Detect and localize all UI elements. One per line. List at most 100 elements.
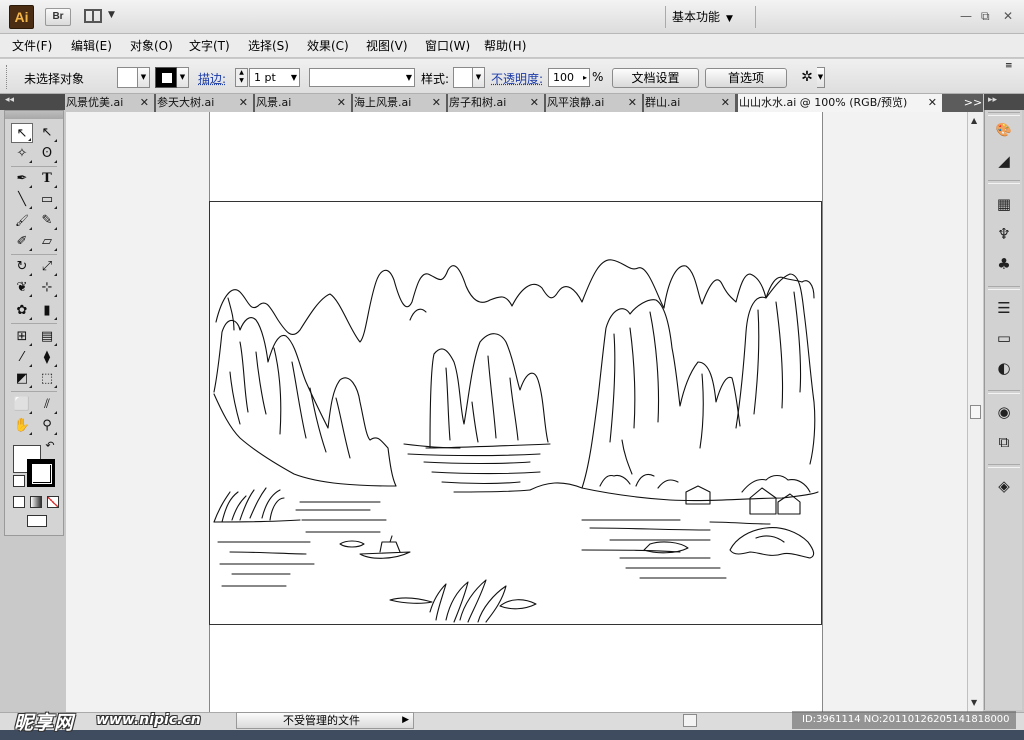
menu-help[interactable]: 帮助(H)	[484, 38, 526, 54]
menu-object[interactable]: 对象(O)	[130, 38, 173, 54]
blend-tool-icon[interactable]: ⧫	[36, 348, 58, 368]
toolbox-collapse-bar[interactable]: ◂◂	[0, 94, 65, 110]
vertical-scrollbar[interactable]: ▲ ▼	[967, 112, 983, 712]
illustrator-app-icon[interactable]: Ai	[9, 5, 34, 29]
scroll-down-icon[interactable]: ▼	[971, 698, 977, 707]
tabs-overflow-button[interactable]: >>	[963, 94, 983, 112]
swatches-icon[interactable]: ▦	[994, 194, 1014, 214]
variable-width-profile-select[interactable]: ▼	[309, 68, 415, 87]
preferences-button[interactable]: 首选项	[705, 68, 787, 88]
close-button[interactable]: ✕	[1003, 9, 1013, 23]
screen-mode-icon[interactable]	[27, 515, 47, 527]
stroke-weight-stepper[interactable]: ▲ ▼	[235, 68, 248, 87]
appearance-icon[interactable]: ◉	[994, 402, 1014, 422]
selection-tool-icon[interactable]: ↖	[11, 123, 33, 143]
none-mode-icon[interactable]	[47, 496, 59, 508]
workspace-switcher[interactable]: 基本功能 ▼	[672, 8, 752, 26]
close-icon[interactable]: ✕	[721, 94, 730, 112]
artboard[interactable]	[209, 201, 822, 625]
close-icon[interactable]: ✕	[140, 94, 149, 112]
menu-effect[interactable]: 效果(C)	[307, 38, 349, 54]
horizontal-scroll-thumb[interactable]	[683, 714, 697, 727]
eraser-tool-icon[interactable]: ▱	[36, 232, 58, 252]
close-icon[interactable]: ✕	[628, 94, 637, 112]
paintbrush-tool-icon[interactable]: 🖌	[11, 211, 33, 231]
control-bar-options-dropdown[interactable]: ▼	[817, 67, 825, 88]
hand-tool-icon[interactable]: ✋	[11, 416, 33, 436]
color-guide-icon[interactable]: ◢	[994, 151, 1014, 171]
live-paint-selection-tool-icon[interactable]: ⬚	[36, 369, 58, 389]
bridge-button[interactable]: Br	[45, 8, 71, 26]
swap-fill-stroke-icon[interactable]: ↶	[43, 439, 57, 453]
slice-tool-icon[interactable]: ⫽	[36, 395, 58, 415]
stroke-color-swatch[interactable]	[27, 459, 55, 487]
stroke-weight-select[interactable]: 1 pt ▼	[249, 68, 300, 87]
close-icon[interactable]: ✕	[239, 94, 248, 112]
pen-tool-icon[interactable]: ✒	[11, 169, 33, 189]
default-colors-icon[interactable]	[13, 475, 25, 487]
rectangle-tool-icon[interactable]: ▭	[36, 190, 58, 210]
restore-button[interactable]: ⧉	[981, 9, 990, 24]
stroke-dropdown[interactable]: ▼	[177, 67, 189, 88]
scale-tool-icon[interactable]: ⤢	[36, 257, 58, 277]
close-icon[interactable]: ✕	[530, 94, 539, 112]
lasso-tool-icon[interactable]: ʘ	[36, 144, 58, 164]
direct-selection-tool-icon[interactable]: ↖	[36, 123, 58, 143]
eyedropper-tool-icon[interactable]: ⁄	[11, 348, 33, 368]
pencil-tool-icon[interactable]: ✎	[36, 211, 58, 231]
stroke-swatch[interactable]	[155, 67, 177, 88]
close-icon[interactable]: ✕	[928, 94, 937, 112]
vertical-scroll-thumb[interactable]	[970, 405, 981, 419]
panel-menu-icon[interactable]: ≡	[1005, 61, 1013, 71]
tab-document[interactable]: 风平浪静.ai ✕	[546, 94, 643, 112]
menu-type[interactable]: 文字(T)	[189, 38, 230, 54]
tab-document[interactable]: 风景优美.ai ✕	[65, 94, 155, 112]
symbols-icon[interactable]: ♣	[994, 254, 1014, 274]
warp-tool-icon[interactable]: ❦	[11, 278, 33, 298]
tab-document[interactable]: 风景.ai ✕	[255, 94, 352, 112]
free-transform-tool-icon[interactable]: ⊹	[36, 278, 58, 298]
tab-active-document[interactable]: 山山水水.ai @ 100% (RGB/预览) ✕	[738, 94, 943, 112]
document-setup-button[interactable]: 文档设置	[612, 68, 699, 88]
blob-brush-tool-icon[interactable]: ✐	[11, 232, 33, 252]
tab-document[interactable]: 群山.ai ✕	[644, 94, 736, 112]
file-status-dropdown[interactable]: 不受管理的文件 ▶	[236, 712, 414, 729]
rotate-tool-icon[interactable]: ↻	[11, 257, 33, 277]
color-icon[interactable]: 🎨	[994, 121, 1014, 141]
scroll-up-icon[interactable]: ▲	[971, 116, 977, 125]
color-mode-icon[interactable]	[13, 496, 25, 508]
menu-window[interactable]: 窗口(W)	[425, 38, 470, 54]
transparency-icon[interactable]: ◐	[994, 358, 1014, 378]
brushes-icon[interactable]: ♆	[994, 224, 1014, 244]
arrange-documents-button[interactable]: ▼	[84, 9, 118, 25]
menu-select[interactable]: 选择(S)	[248, 38, 289, 54]
fill-dropdown[interactable]: ▼	[138, 67, 150, 88]
opacity-input[interactable]: 100 ▸	[548, 68, 590, 87]
menu-view[interactable]: 视图(V)	[366, 38, 408, 54]
live-paint-bucket-tool-icon[interactable]: ◩	[11, 369, 33, 389]
close-icon[interactable]: ✕	[337, 94, 346, 112]
opacity-panel-link[interactable]: 不透明度:	[491, 70, 543, 87]
tab-document[interactable]: 海上风景.ai ✕	[353, 94, 447, 112]
magic-wand-tool-icon[interactable]: ✧	[11, 144, 33, 164]
stroke-icon[interactable]: ☰	[994, 298, 1014, 318]
close-icon[interactable]: ✕	[432, 94, 441, 112]
tab-document[interactable]: 参天大树.ai ✕	[156, 94, 254, 112]
isolation-mode-icon[interactable]: ✲	[797, 67, 817, 88]
graphic-style-swatch[interactable]	[453, 67, 473, 88]
type-tool-icon[interactable]: T	[36, 169, 58, 189]
symbol-sprayer-tool-icon[interactable]: ✿	[11, 301, 33, 321]
menu-edit[interactable]: 编辑(E)	[71, 38, 112, 54]
minimize-button[interactable]: —	[960, 9, 972, 23]
mesh-tool-icon[interactable]: ⊞	[11, 327, 33, 347]
gradient-mode-icon[interactable]	[30, 496, 42, 508]
menu-file[interactable]: 文件(F)	[12, 38, 52, 54]
fill-swatch[interactable]	[117, 67, 138, 88]
dock-collapse-bar[interactable]: ▸▸	[984, 94, 1024, 110]
graphic-style-dropdown[interactable]: ▼	[473, 67, 485, 88]
tools-panel-header[interactable]	[5, 111, 63, 119]
tab-document[interactable]: 房子和树.ai ✕	[448, 94, 545, 112]
line-segment-tool-icon[interactable]: ╲	[11, 190, 33, 210]
column-graph-tool-icon[interactable]: ▮	[36, 301, 58, 321]
layers-icon[interactable]: ◈	[994, 476, 1014, 496]
